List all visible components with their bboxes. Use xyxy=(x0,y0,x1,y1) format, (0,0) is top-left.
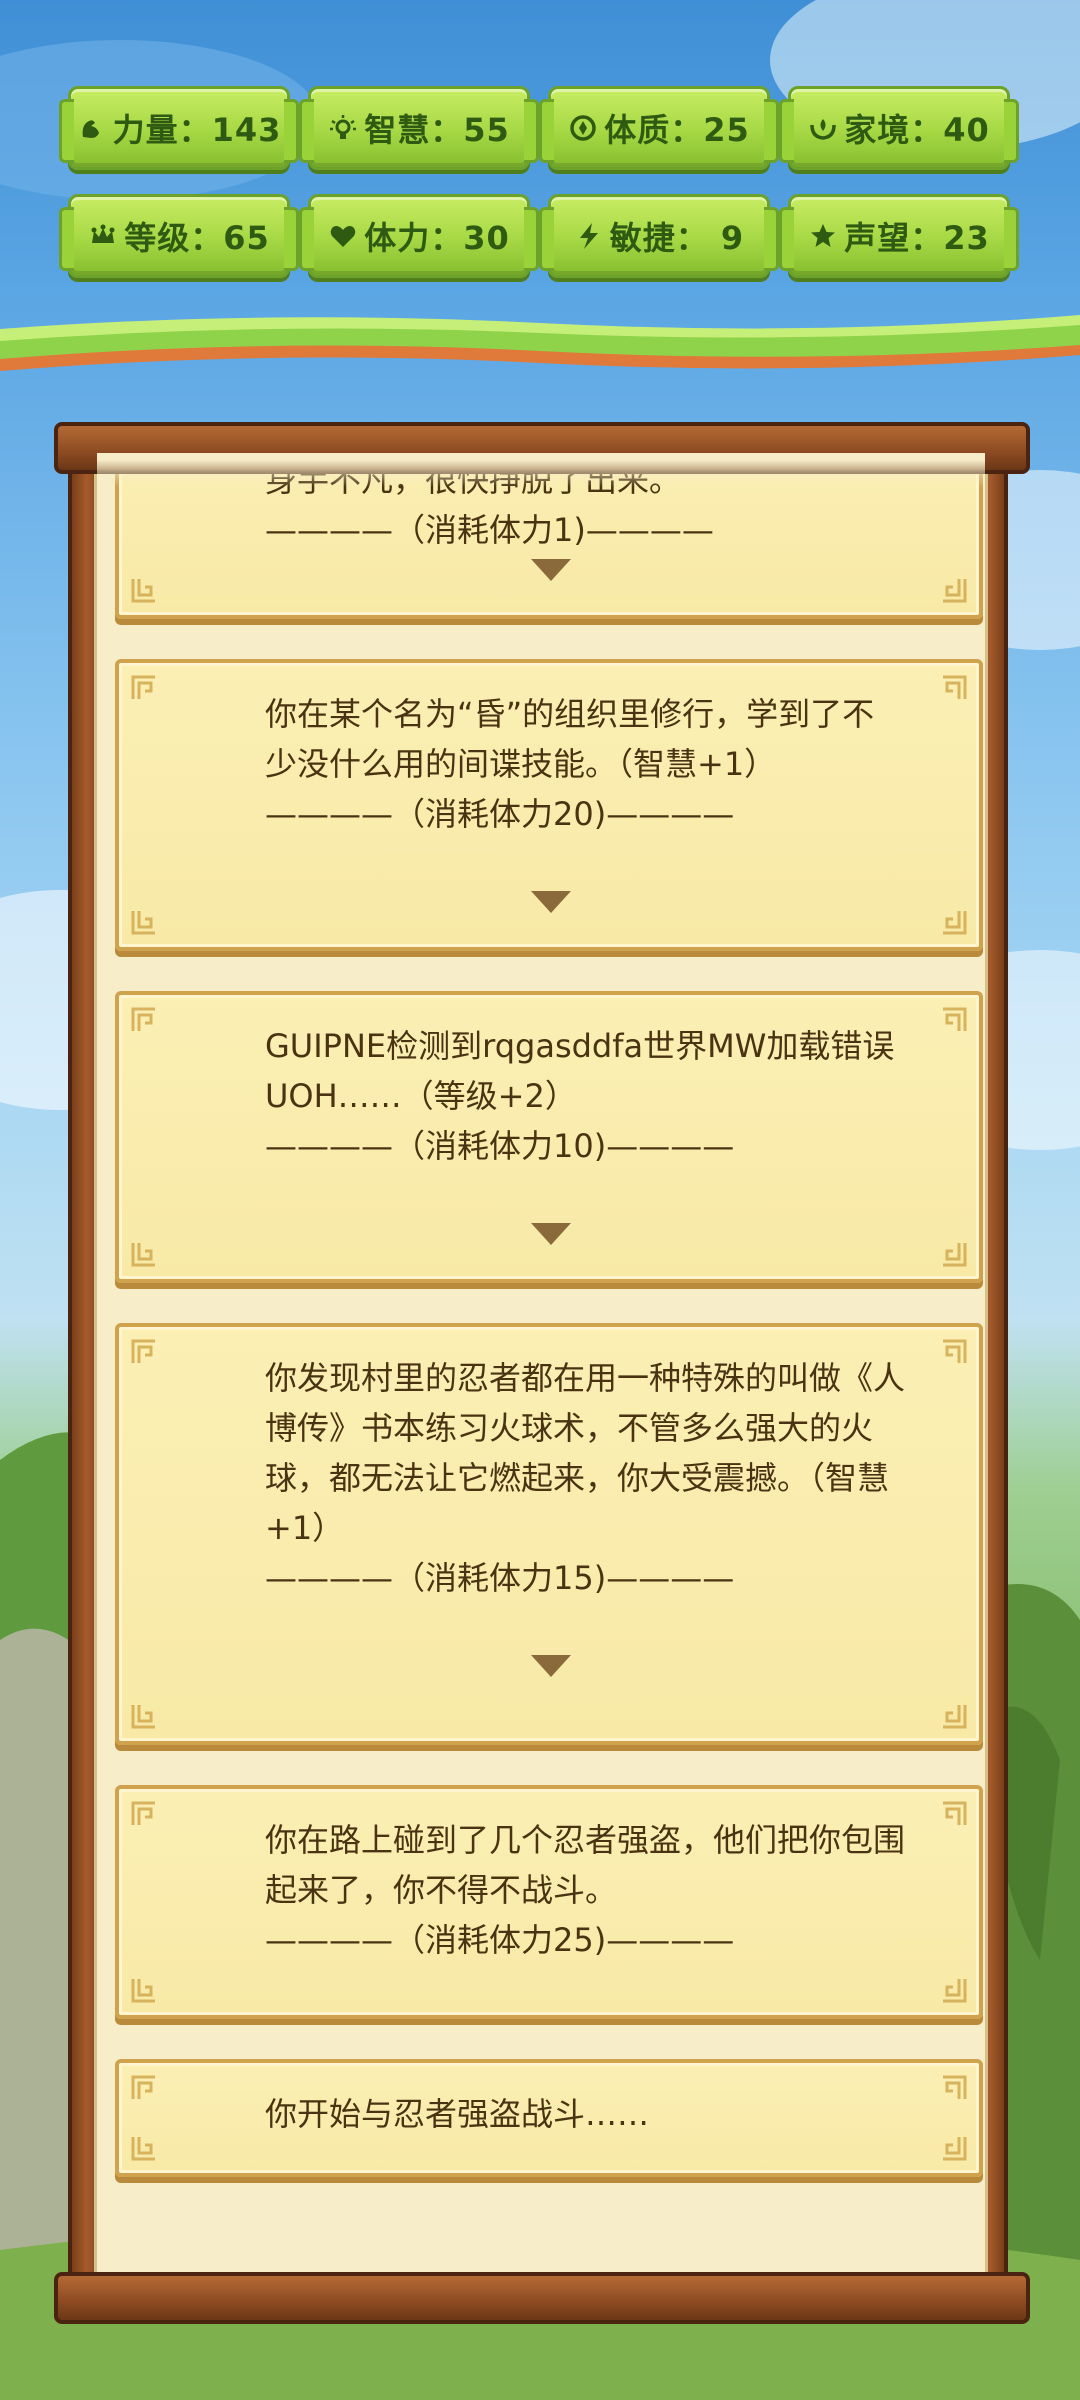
event-card[interactable]: 你在路上碰到了几个忍者强盗，他们把你包围起来了，你不得不战斗。 ————（消耗体… xyxy=(115,1785,983,2019)
event-log-scroll[interactable]: 身手不凡，很快挣脱了出来。 ————（消耗体力1)———— 你在某个名为“昏”的… xyxy=(54,422,1030,2324)
expand-arrow-icon[interactable] xyxy=(527,887,575,917)
event-cost: ————（消耗体力20)———— xyxy=(265,795,735,833)
ornament-corner-icon xyxy=(941,577,967,603)
ornament-corner-icon xyxy=(941,1241,967,1267)
ornament-corner-icon xyxy=(941,1801,967,1827)
crown-icon xyxy=(88,221,118,251)
ornament-corner-icon xyxy=(941,1703,967,1729)
ornament-corner-icon xyxy=(131,909,157,935)
strength-icon xyxy=(77,113,107,143)
ornament-corner-icon xyxy=(131,577,157,603)
scroll-paper[interactable]: 身手不凡，很快挣脱了出来。 ————（消耗体力1)———— 你在某个名为“昏”的… xyxy=(94,450,988,2304)
ornament-corner-icon xyxy=(941,2075,967,2101)
event-text: GUIPNE检测到rqgasddfa世界MW加载错误UOH……（等级+2） xyxy=(265,1027,895,1115)
stat-reputation: 声望：23 xyxy=(779,194,1019,278)
event-cost: ————（消耗体力15)———— xyxy=(265,1559,735,1597)
stat-agility: 敏捷： 9 xyxy=(539,194,779,278)
wisdom-icon xyxy=(328,113,358,143)
scroll-rod-bottom xyxy=(54,2272,1030,2324)
constitution-icon xyxy=(568,113,598,143)
event-text: 你开始与忍者强盗战斗…… xyxy=(265,2095,650,2133)
stat-level: 等级：65 xyxy=(59,194,299,278)
ornament-corner-icon xyxy=(131,1241,157,1267)
ornament-corner-icon xyxy=(941,675,967,701)
ornament-corner-icon xyxy=(941,2135,967,2161)
expand-arrow-icon[interactable] xyxy=(527,555,575,585)
ornament-corner-icon xyxy=(131,2075,157,2101)
star-icon xyxy=(808,221,838,251)
expand-arrow-icon[interactable] xyxy=(527,1651,575,1681)
ornament-corner-icon xyxy=(131,1703,157,1729)
stat-strength: 力量：143 xyxy=(59,86,299,170)
event-text: 你在路上碰到了几个忍者强盗，他们把你包围起来了，你不得不战斗。 xyxy=(265,1821,906,1909)
event-card[interactable]: 你在某个名为“昏”的组织里修行，学到了不少没什么用的间谍技能。（智慧+1） ——… xyxy=(115,659,983,951)
ornament-corner-icon xyxy=(131,2135,157,2161)
stat-constitution: 体质：25 xyxy=(539,86,779,170)
stat-wisdom: 智慧：55 xyxy=(299,86,539,170)
expand-arrow-icon[interactable] xyxy=(527,1219,575,1249)
event-cost: ————（消耗体力10)———— xyxy=(265,1127,735,1165)
event-card[interactable]: 你开始与忍者强盗战斗…… xyxy=(115,2059,983,2177)
lightning-icon xyxy=(574,221,604,251)
event-card[interactable]: GUIPNE检测到rqgasddfa世界MW加载错误UOH……（等级+2） ——… xyxy=(115,991,983,1283)
event-card[interactable]: 你发现村里的忍者都在用一种特殊的叫做《人博传》书本练习火球术，不管多么强大的火球… xyxy=(115,1323,983,1745)
ornament-corner-icon xyxy=(131,1339,157,1365)
heart-icon xyxy=(328,221,358,251)
stat-family: 家境：40 xyxy=(779,86,1019,170)
ornament-corner-icon xyxy=(941,1339,967,1365)
ornament-corner-icon xyxy=(131,1977,157,2003)
ornament-corner-icon xyxy=(131,675,157,701)
ornament-corner-icon xyxy=(941,1977,967,2003)
event-cost: ————（消耗体力25)———— xyxy=(265,1921,735,1959)
ornament-corner-icon xyxy=(131,1007,157,1033)
grass-divider xyxy=(0,315,1080,371)
family-icon xyxy=(808,113,838,143)
ornament-corner-icon xyxy=(131,1801,157,1827)
event-text: 你在某个名为“昏”的组织里修行，学到了不少没什么用的间谍技能。（智慧+1） xyxy=(265,695,875,783)
ornament-corner-icon xyxy=(941,1007,967,1033)
stat-stamina: 体力：30 xyxy=(299,194,539,278)
ornament-corner-icon xyxy=(941,909,967,935)
event-text: 你发现村里的忍者都在用一种特殊的叫做《人博传》书本练习火球术，不管多么强大的火球… xyxy=(265,1359,906,1547)
event-cost: ————（消耗体力1)———— xyxy=(265,511,714,549)
